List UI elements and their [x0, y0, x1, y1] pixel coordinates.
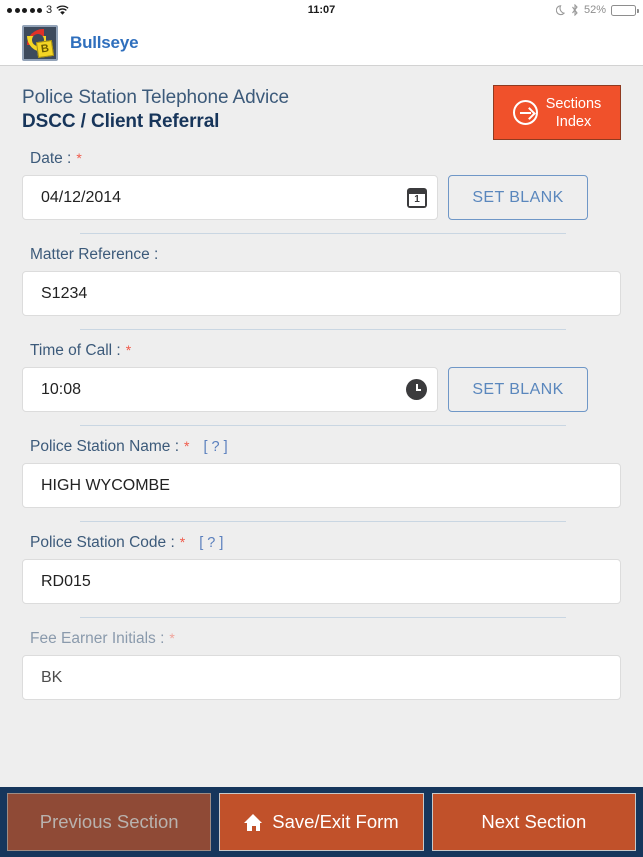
- app-root: 3 11:07 52% B Bullseye Police Station Te…: [0, 0, 643, 857]
- bluetooth-icon: [571, 3, 579, 17]
- logo-letter: B: [35, 39, 55, 58]
- input-fee-earner-initials[interactable]: BK: [22, 655, 621, 700]
- field-row-time-of-call: 10:08 SET BLANK: [22, 367, 621, 412]
- label-text: Police Station Name :: [30, 438, 180, 455]
- signal-strength-icon: [7, 7, 42, 13]
- calendar-day-label: 1: [409, 193, 425, 206]
- input-value-police-station-code: RD015: [41, 572, 91, 590]
- status-bar-right: 52%: [555, 3, 639, 17]
- label-text: Date :: [30, 150, 72, 167]
- scroll-fade-overlay: [0, 717, 643, 787]
- field-label-date: Date : *: [22, 138, 621, 175]
- sections-index-line1: Sections: [545, 95, 602, 112]
- status-bar-left: 3: [7, 4, 69, 16]
- required-marker: *: [169, 630, 175, 646]
- field-row-fee-earner-initials: BK: [22, 655, 621, 700]
- set-blank-button-date[interactable]: SET BLANK: [448, 175, 588, 220]
- label-text: Police Station Code :: [30, 534, 175, 551]
- sections-index-line2: Index: [555, 113, 592, 130]
- wifi-icon: [56, 5, 69, 16]
- sections-index-button[interactable]: Sections Index: [493, 85, 621, 140]
- input-time-of-call[interactable]: 10:08: [22, 367, 438, 412]
- field-fee-earner-initials: Fee Earner Initials : * BK: [0, 618, 643, 700]
- field-time-of-call: Time of Call : * 10:08 SET BLANK: [0, 330, 643, 426]
- field-label-matter-reference: Matter Reference :: [22, 234, 621, 271]
- field-label-police-station-code: Police Station Code : * [ ? ]: [22, 522, 621, 559]
- field-date: Date : * 04/12/2014 1 SET BLANK: [0, 138, 643, 234]
- label-text: Matter Reference :: [30, 246, 159, 263]
- battery-icon: [611, 4, 639, 16]
- required-marker: *: [76, 150, 82, 166]
- input-value-date: 04/12/2014: [41, 188, 122, 206]
- input-value-police-station-name: HIGH WYCOMBE: [41, 476, 170, 494]
- clock-icon[interactable]: [406, 379, 427, 400]
- required-marker: *: [125, 342, 132, 358]
- field-police-station-code: Police Station Code : * [ ? ] RD015: [0, 522, 643, 618]
- moon-icon: [555, 4, 566, 16]
- home-icon: [244, 813, 263, 831]
- calendar-icon[interactable]: 1: [407, 187, 427, 208]
- input-value-matter-reference: S1234: [41, 284, 88, 302]
- input-value-fee-earner-initials: BK: [41, 668, 63, 686]
- battery-percent-label: 52%: [583, 4, 606, 16]
- input-police-station-code[interactable]: RD015: [22, 559, 621, 604]
- bullseye-logo: B: [22, 24, 58, 61]
- set-blank-button-time-of-call[interactable]: SET BLANK: [448, 367, 588, 412]
- input-date[interactable]: 04/12/2014 1: [22, 175, 438, 220]
- input-matter-reference[interactable]: S1234: [22, 271, 621, 316]
- carrier-label: 3: [46, 4, 53, 16]
- next-section-label: Next Section: [481, 811, 587, 832]
- previous-section-button[interactable]: Previous Section: [7, 793, 212, 851]
- field-label-police-station-name: Police Station Name : * [ ? ]: [22, 426, 621, 463]
- field-matter-reference: Matter Reference : S1234: [0, 234, 643, 330]
- bottom-toolbar: Previous Section Save/Exit Form Next Sec…: [0, 787, 643, 857]
- help-link-police-station-name[interactable]: [ ? ]: [204, 439, 228, 455]
- label-text: Time of Call :: [30, 342, 121, 359]
- help-link-police-station-code[interactable]: [ ? ]: [199, 535, 223, 551]
- page-title-block: Police Station Telephone Advice DSCC / C…: [0, 66, 643, 140]
- input-value-time-of-call: 10:08: [41, 380, 82, 398]
- app-header: B Bullseye: [0, 20, 643, 66]
- field-label-time-of-call: Time of Call : *: [22, 330, 621, 367]
- next-section-button[interactable]: Next Section: [431, 793, 636, 851]
- input-police-station-name[interactable]: HIGH WYCOMBE: [22, 463, 621, 508]
- field-row-police-station-code: RD015: [22, 559, 621, 604]
- field-police-station-name: Police Station Name : * [ ? ] HIGH WYCOMBE: [0, 426, 643, 522]
- required-marker: *: [179, 534, 186, 550]
- field-row-date: 04/12/2014 1 SET BLANK: [22, 175, 621, 220]
- required-marker: *: [184, 438, 190, 454]
- status-bar-clock: 11:07: [307, 4, 336, 16]
- arrow-circle-right-icon: [512, 100, 538, 125]
- previous-section-label: Previous Section: [39, 811, 179, 832]
- form-scroll-area[interactable]: Police Station Telephone Advice DSCC / C…: [0, 66, 643, 787]
- app-name: Bullseye: [70, 32, 139, 52]
- sections-index-label: Sections Index: [546, 95, 602, 131]
- save-exit-form-button[interactable]: Save/Exit Form: [219, 793, 424, 851]
- field-row-police-station-name: HIGH WYCOMBE: [22, 463, 621, 508]
- field-row-matter-reference: S1234: [22, 271, 621, 316]
- field-label-fee-earner-initials: Fee Earner Initials : *: [22, 618, 621, 655]
- ios-status-bar: 3 11:07 52%: [0, 0, 643, 20]
- save-exit-form-label: Save/Exit Form: [272, 811, 399, 832]
- label-text: Fee Earner Initials :: [30, 630, 165, 647]
